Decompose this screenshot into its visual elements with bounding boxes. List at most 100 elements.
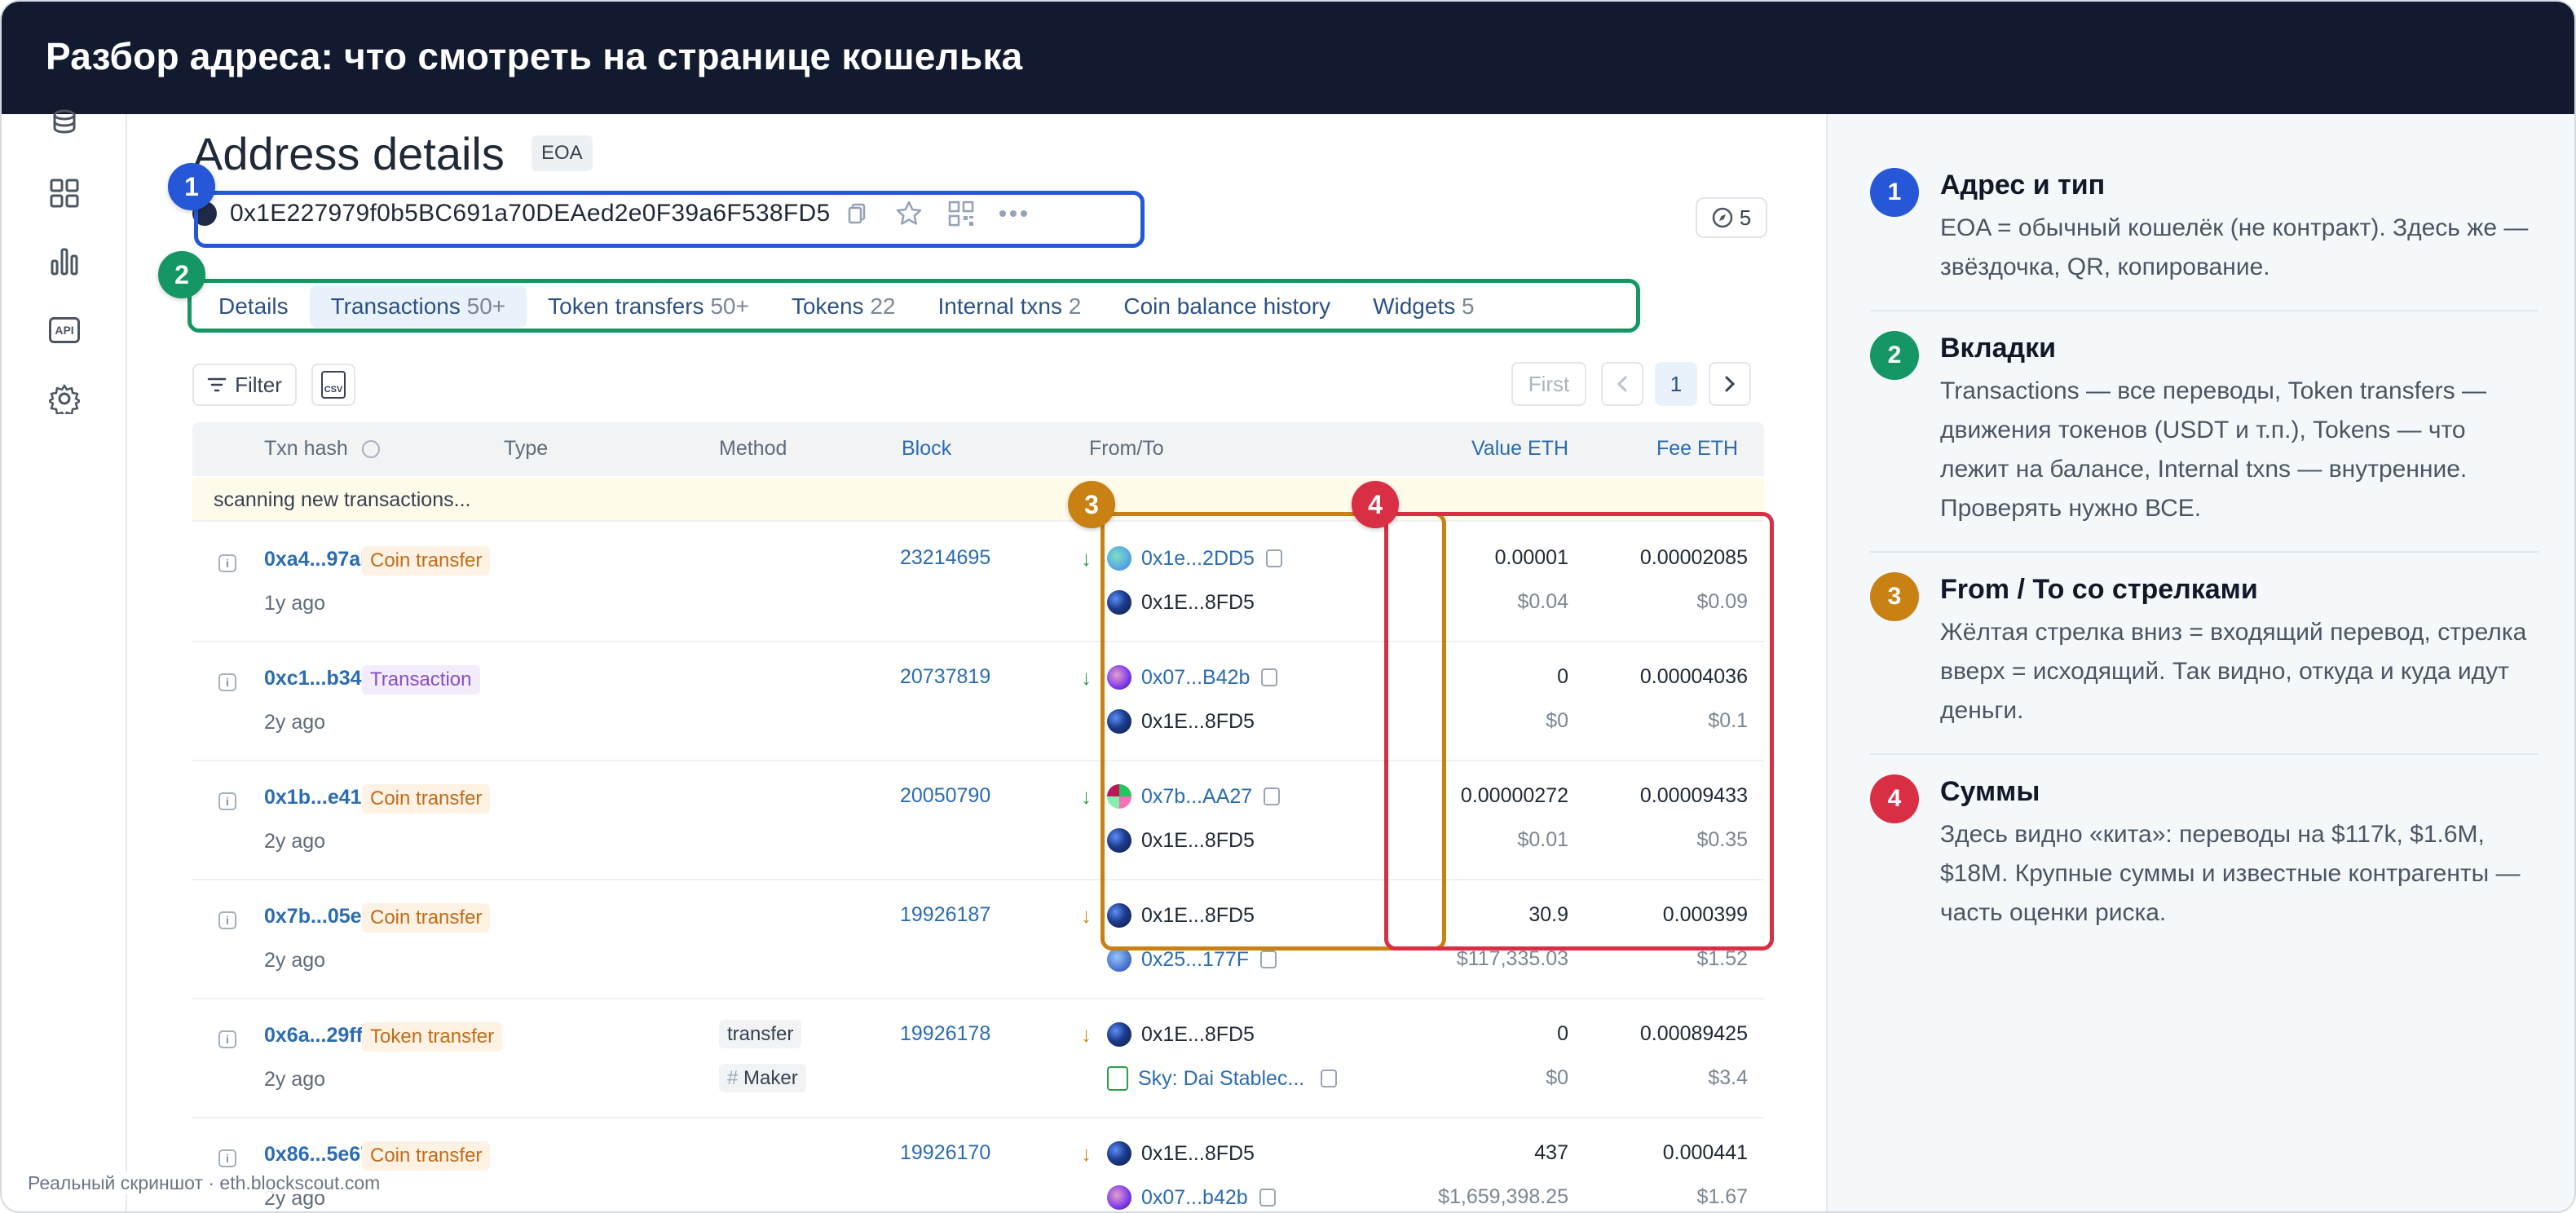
note-amounts: 4 Суммы Здесь видно «кита»: переводы на … xyxy=(1870,774,2539,933)
note-number: 1 xyxy=(1870,168,1919,217)
note-number: 4 xyxy=(1870,774,1919,823)
header-bar: Разбор адреса: что смотреть на странице … xyxy=(2,2,2574,114)
note-address: 1 Адрес и тип EOA = обычный кошелёк (не … xyxy=(1870,168,2539,287)
info-icon[interactable]: i xyxy=(218,1030,236,1048)
csv-export-button[interactable]: CSV xyxy=(311,364,355,406)
notes-panel: 1 Адрес и тип EOA = обычный кошелёк (не … xyxy=(1826,114,2574,1211)
note-text: Transactions — все переводы, Token trans… xyxy=(1940,377,2487,522)
grid-icon[interactable] xyxy=(47,176,82,210)
copy-icon[interactable] xyxy=(1259,1189,1276,1206)
col-block[interactable]: Block xyxy=(902,437,951,461)
type-badge: Token transfer xyxy=(362,1022,503,1052)
copy-icon[interactable] xyxy=(1260,951,1277,968)
fee-usd: $1.52 xyxy=(1696,947,1748,970)
fee-eth: 0.000441 xyxy=(1662,1141,1748,1164)
table-row: i 0x6a...29ff 2y ago Token transfer tran… xyxy=(192,999,1764,1118)
bar-chart-icon[interactable] xyxy=(47,245,82,279)
highlight-amounts xyxy=(1384,512,1774,951)
gear-icon[interactable] xyxy=(47,382,82,416)
first-label: First xyxy=(1528,371,1570,396)
filter-label: Filter xyxy=(235,372,282,397)
filter-button[interactable]: Filter xyxy=(192,364,297,406)
left-rail: API xyxy=(2,109,127,1211)
note-title: Суммы xyxy=(1940,776,2040,807)
note-text: Здесь видно «кита»: переводы на $117k, $… xyxy=(1940,821,2521,926)
note-title: From / To со стрелками xyxy=(1940,574,2258,605)
highlight-tabs xyxy=(187,279,1640,333)
current-page[interactable]: 1 xyxy=(1655,362,1697,406)
table-row: i 0x86...5e67 2y ago Coin transfer 19926… xyxy=(192,1118,1764,1211)
info-icon[interactable]: i xyxy=(218,554,236,572)
block-link[interactable]: 20050790 xyxy=(900,784,990,808)
txn-age: 2y ago xyxy=(264,1068,326,1091)
info-icon[interactable]: i xyxy=(218,1149,236,1167)
coins-icon[interactable] xyxy=(47,108,82,142)
avatar xyxy=(1107,1022,1131,1047)
block-link[interactable]: 20737819 xyxy=(900,665,990,689)
col-label: Txn hash xyxy=(264,437,348,460)
copy-icon[interactable] xyxy=(1321,1070,1338,1087)
fee-eth: 0.00089425 xyxy=(1639,1022,1748,1045)
counter-value: 5 xyxy=(1739,205,1752,230)
scanning-text: scanning new transactions... xyxy=(214,488,471,511)
to-address[interactable]: 0x25...177F xyxy=(1107,947,1277,972)
col-fee-eth[interactable]: Fee ETH xyxy=(1656,437,1738,461)
note-title: Адрес и тип xyxy=(1940,170,2106,201)
note-title: Вкладки xyxy=(1940,333,2056,364)
marker-2: 2 xyxy=(158,251,205,298)
to-address[interactable]: 0x07...b42b xyxy=(1107,1185,1276,1210)
block-link[interactable]: 19926178 xyxy=(900,1022,990,1046)
filter-icon xyxy=(207,377,227,392)
type-badge: Coin transfer xyxy=(362,1141,491,1171)
arrow-down-icon: ↓ xyxy=(1081,546,1092,571)
divider xyxy=(1870,753,2539,755)
marker-3: 3 xyxy=(1068,481,1115,528)
block-link[interactable]: 19926170 xyxy=(900,1141,990,1165)
type-badge: Coin transfer xyxy=(362,546,491,576)
block-link[interactable]: 23214695 xyxy=(900,546,990,570)
divider xyxy=(1870,310,2539,311)
clock-icon[interactable] xyxy=(361,440,380,458)
api-label: API xyxy=(49,317,80,343)
from-address: 0x1E...8FD5 xyxy=(1107,1022,1255,1047)
info-icon[interactable]: i xyxy=(218,673,236,691)
arrow-down-icon: ↓ xyxy=(1081,1022,1092,1047)
avatar xyxy=(1107,1185,1131,1210)
info-icon[interactable]: i xyxy=(218,911,236,929)
header-title: Разбор адреса: что смотреть на странице … xyxy=(46,35,1023,77)
value-eth: 0 xyxy=(1557,1022,1568,1045)
note-tabs: 2 Вкладки Transactions — все переводы, T… xyxy=(1870,331,2539,528)
highlight-address xyxy=(194,191,1145,248)
marker-1: 1 xyxy=(168,163,215,210)
marker-4: 4 xyxy=(1352,481,1399,528)
note-text: Жёлтая стрелка вниз = входящий перевод, … xyxy=(1940,619,2527,724)
source-caption: Реальный скриншот · eth.blockscout.com xyxy=(28,1172,381,1194)
value-usd: $1,659,398.25 xyxy=(1438,1185,1568,1208)
prev-page-button[interactable] xyxy=(1601,362,1643,406)
col-value-eth[interactable]: Value ETH xyxy=(1471,437,1568,461)
value-usd: $117,335.03 xyxy=(1456,947,1568,970)
avatar xyxy=(1107,1141,1131,1166)
arrow-down-icon: ↓ xyxy=(1081,665,1092,690)
api-icon[interactable]: API xyxy=(47,313,82,347)
compass-icon xyxy=(1712,207,1733,228)
txn-hash-text: 0x6a...29ff xyxy=(264,1024,363,1047)
method-badge: transfer xyxy=(719,1020,802,1048)
txn-age: 2y ago xyxy=(264,711,326,734)
note-number: 3 xyxy=(1870,572,1919,621)
from-address: 0x1E...8FD5 xyxy=(1107,1141,1255,1166)
first-page-button[interactable]: First xyxy=(1511,362,1586,406)
col-type: Type xyxy=(504,437,549,460)
next-page-button[interactable] xyxy=(1709,362,1751,406)
chevron-left-icon xyxy=(1617,376,1627,392)
fee-usd: $1.67 xyxy=(1696,1185,1748,1208)
type-badge: Coin transfer xyxy=(362,903,491,933)
watchlist-counter[interactable]: 5 xyxy=(1696,197,1767,238)
to-address[interactable]: Sky: Dai Stablec... xyxy=(1107,1066,1338,1091)
col-from-to: From/To xyxy=(1089,437,1164,460)
block-link[interactable]: 19926187 xyxy=(900,903,990,927)
avatar xyxy=(1107,947,1131,972)
method-label: transfer xyxy=(719,1020,802,1048)
info-icon[interactable]: i xyxy=(218,792,236,810)
address-type-badge: EOA xyxy=(532,135,593,171)
